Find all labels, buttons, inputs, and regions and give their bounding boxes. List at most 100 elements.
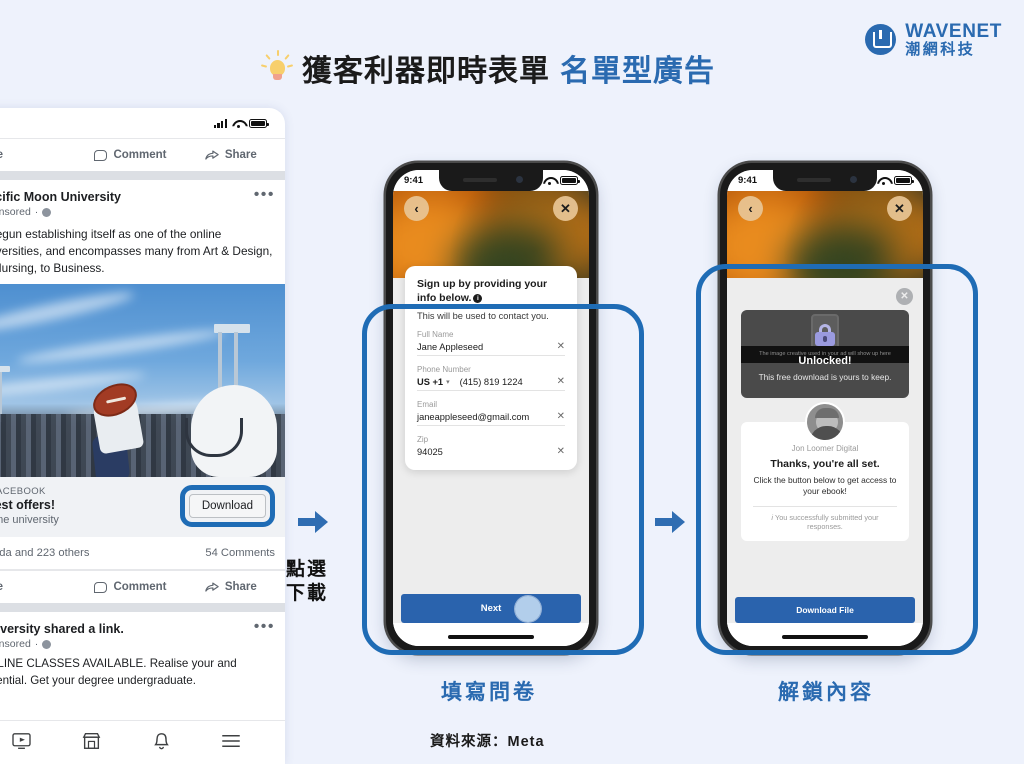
field-value[interactable]: (415) 819 1224 (460, 377, 557, 387)
ad-cta-bar: N FACEBOOK latest offers! online univers… (0, 477, 285, 538)
info-icon[interactable]: i (473, 294, 483, 304)
feed-divider-2 (0, 603, 285, 613)
field-phone-number: Phone Number US +1 ▾ (415) 819 1224 ✕ (417, 365, 565, 392)
comment-icon (94, 581, 108, 593)
download-highlight-ring: Download (179, 485, 275, 528)
comment-icon (94, 149, 108, 161)
download-file-button[interactable]: Download File (735, 597, 915, 623)
second-post-options-button[interactable]: ••• (254, 619, 275, 635)
close-button[interactable]: ✕ (887, 196, 912, 221)
sheet-close-button[interactable]: ✕ (896, 288, 913, 305)
battery-icon (249, 118, 269, 128)
field-label: Phone Number (417, 365, 471, 375)
bottom-navigation (0, 720, 285, 764)
comment-label-bottom: Comment (113, 581, 167, 594)
comment-button-top[interactable]: Comment (80, 149, 180, 161)
next-button[interactable]: Next (401, 594, 581, 623)
signal-icon (213, 118, 227, 128)
page-root: WAVENET 潮網科技 獲客利器即時表單 名單型廣告 Like Comment (0, 0, 1024, 764)
post-body-text: s begun establishing itself as one of th… (0, 227, 273, 275)
page-title: 獲客利器即時表單 名單型廣告 (260, 46, 715, 90)
clear-field-icon[interactable]: ✕ (557, 446, 565, 457)
post-image[interactable] (0, 284, 285, 478)
card-divider (753, 505, 897, 507)
status-time: 9:41 (738, 175, 758, 186)
home-indicator (448, 635, 534, 639)
field-email: Email janeappleseed@gmail.com ✕ (417, 400, 565, 427)
download-button[interactable]: Download (188, 494, 266, 519)
thanks-text: Click the button below to get access to … (753, 475, 897, 497)
phone-status-bar (0, 108, 285, 138)
like-label: Like (0, 149, 3, 161)
field-value[interactable]: janeappleseed@gmail.com (417, 412, 557, 422)
page-title-accent: 名單型廣告 (560, 55, 715, 88)
cta-subtitle: online university (0, 514, 59, 527)
watch-icon[interactable] (12, 732, 31, 753)
share-label-bottom: Share (224, 581, 257, 594)
share-button-top[interactable]: Share (181, 149, 281, 161)
second-post-page-name[interactable]: University shared a link. (0, 622, 124, 636)
comment-button-bottom[interactable]: Comment (80, 581, 180, 593)
post-options-button[interactable]: ••• (254, 187, 275, 203)
phone-screen: 9:41 ‹ ✕ Sign up by providing your info … (393, 170, 589, 646)
step-label-line1: 點選 (286, 559, 329, 580)
post-actions-bottom: Like Comment Share (0, 570, 285, 603)
menu-icon[interactable] (221, 734, 241, 751)
comments-count[interactable]: 54 Comments (205, 547, 275, 559)
phone-notch (439, 170, 543, 191)
feed-divider (0, 171, 285, 180)
caption-fill-form: 填寫問卷 (441, 681, 537, 704)
phone-lead-form: 9:41 ‹ ✕ Sign up by providing your info … (386, 163, 596, 653)
arrow-to-form (296, 508, 330, 536)
share-icon (205, 582, 219, 593)
form-subheading: This will be used to contact you. (417, 311, 549, 322)
likes-count[interactable]: Hajida and 223 others (0, 547, 89, 559)
phone-screen: 9:41 ‹ ✕ ✕ The image creative used in yo… (727, 170, 923, 646)
notifications-icon[interactable] (153, 732, 170, 753)
form-heading: Sign up by providing your info below. (417, 278, 548, 304)
cta-eyebrow: N FACEBOOK (0, 486, 46, 498)
source-note: 資料來源：Meta (430, 734, 545, 750)
clear-field-icon[interactable]: ✕ (557, 341, 565, 352)
logo-subtitle: 潮網科技 (905, 40, 976, 58)
second-post-body: ONLINE CLASSES AVAILABLE. Realise your a… (0, 657, 237, 687)
chevron-down-icon[interactable]: ▾ (446, 378, 450, 386)
like-label-bottom: Like (0, 581, 3, 593)
brand-name: Jon Loomer Digital (791, 444, 859, 453)
battery-icon (894, 176, 914, 185)
field-value[interactable]: 94025 (417, 447, 557, 457)
back-button[interactable]: ‹ (404, 196, 429, 221)
globe-icon (42, 639, 52, 649)
share-button-bottom[interactable]: Share (181, 581, 281, 593)
phone-notch (773, 170, 877, 191)
country-code[interactable]: US +1 (417, 377, 443, 387)
unlock-sheet-background: ✕ The image creative used in your ad wil… (727, 278, 923, 646)
caption-unlock-content: 解鎖內容 (778, 681, 874, 704)
home-indicator (782, 635, 868, 639)
status-time: 9:41 (404, 175, 424, 186)
info-italic-icon: i (771, 512, 774, 522)
post-sponsored-label: Sponsored (0, 206, 31, 218)
step-label-click-download: 點選 下載 (286, 558, 328, 606)
marketplace-icon[interactable] (82, 732, 101, 753)
field-label: Zip (417, 435, 429, 445)
back-button[interactable]: ‹ (738, 196, 763, 221)
like-button-top[interactable]: Like (0, 149, 80, 161)
post-stats: Hajida and 223 others 54 Comments (0, 537, 285, 571)
post-page-name[interactable]: Pacific Moon University (0, 190, 121, 204)
field-value[interactable]: Jane Appleseed (417, 342, 557, 352)
brand-logo: WAVENET 潮網科技 (865, 22, 1002, 58)
share-icon (205, 150, 219, 161)
next-button-label: Next (480, 603, 502, 614)
close-button[interactable]: ✕ (553, 196, 578, 221)
step-label-line2: 下載 (286, 582, 329, 604)
unlocked-title: Unlocked! (798, 355, 852, 367)
field-label: Full Name (417, 330, 454, 340)
field-label: Email (417, 400, 438, 410)
thank-you-card: Jon Loomer Digital Thanks, you're all se… (741, 402, 909, 541)
clear-field-icon[interactable]: ✕ (557, 411, 565, 422)
unlock-icon (815, 324, 835, 346)
clear-field-icon[interactable]: ✕ (557, 376, 565, 387)
wavenet-logo-icon (865, 24, 897, 56)
like-button-bottom[interactable]: Like (0, 581, 80, 593)
